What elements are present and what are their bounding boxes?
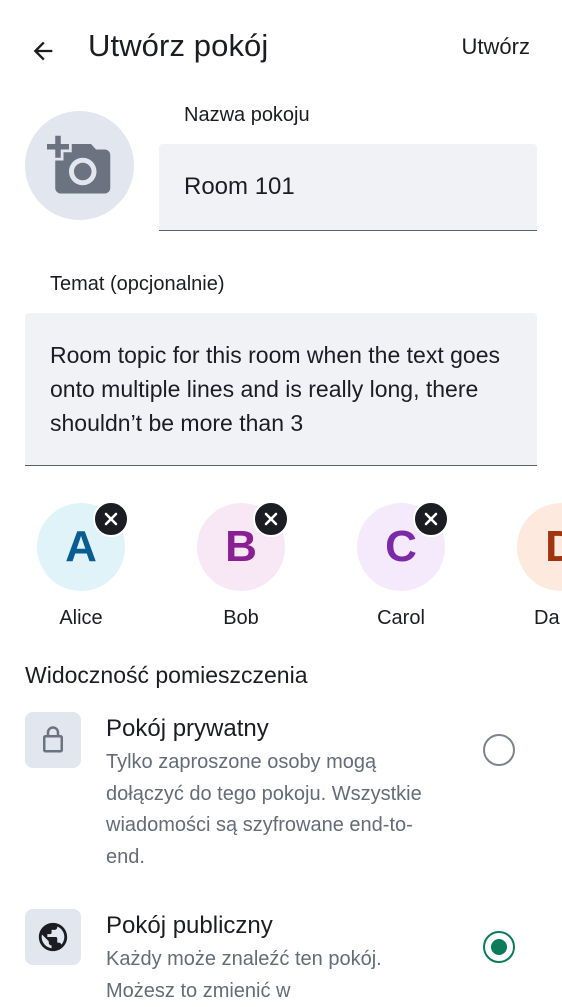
- topic-value: Room topic for this room when the text g…: [50, 342, 500, 436]
- remove-member-button[interactable]: [413, 501, 449, 537]
- globe-icon: [38, 922, 68, 952]
- room-avatar-picker[interactable]: [25, 111, 134, 220]
- member-name: Da: [534, 607, 560, 629]
- private-option-title: Pokój prywatny: [106, 715, 269, 742]
- remove-member-button[interactable]: [93, 501, 129, 537]
- public-radio[interactable]: [483, 931, 515, 963]
- visibility-section-title: Widoczność pomieszczenia: [25, 662, 308, 688]
- member-name: Carol: [377, 607, 425, 629]
- room-name-value: Room 101: [184, 173, 295, 200]
- member-name: Alice: [59, 607, 103, 629]
- public-option-description: Każdy może znaleźć ten pokój. Możesz to …: [106, 948, 382, 1002]
- member-item: B Bob: [196, 501, 289, 630]
- member-item: C Carol: [356, 501, 449, 630]
- remove-member-button[interactable]: [253, 501, 289, 537]
- lock-icon: [43, 726, 63, 753]
- add-photo-icon: [46, 135, 110, 193]
- back-button[interactable]: [18, 26, 68, 76]
- private-option-description: Tylko zaproszone osoby mogą dołączyć do …: [106, 751, 422, 868]
- close-icon: [104, 512, 118, 526]
- member-name: Bob: [223, 607, 259, 629]
- room-name-label: Nazwa pokoju: [184, 104, 310, 126]
- public-option-title: Pokój publiczny: [106, 912, 273, 939]
- close-icon: [264, 512, 278, 526]
- public-option-icon: [25, 909, 81, 965]
- arrow-left-icon: [33, 41, 53, 61]
- member-item: A Alice: [36, 501, 129, 630]
- topic-label: Temat (opcjonalnie): [50, 273, 225, 295]
- private-option-icon: [25, 712, 81, 768]
- private-radio[interactable]: [483, 734, 515, 766]
- create-button[interactable]: Utwórz: [462, 34, 530, 60]
- avatar: D: [517, 503, 562, 591]
- close-icon: [424, 512, 438, 526]
- page-title: Utwórz pokój: [88, 28, 269, 63]
- member-item: D Da: [516, 503, 562, 630]
